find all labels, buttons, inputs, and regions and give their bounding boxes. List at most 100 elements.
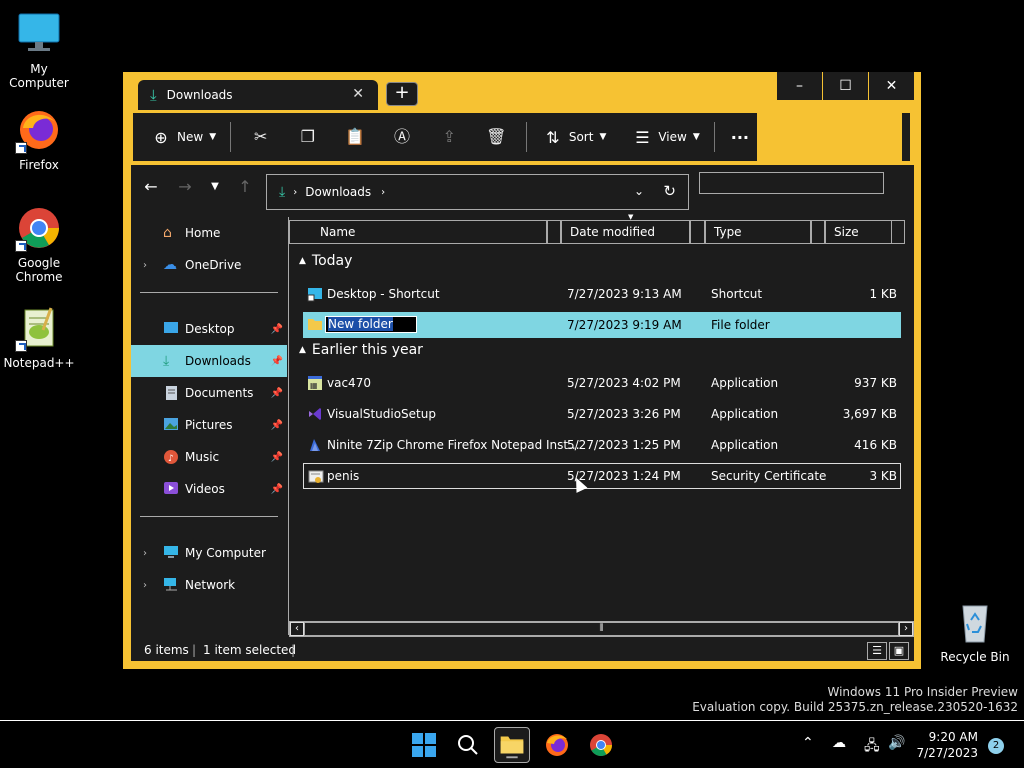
tiles-view-button[interactable]: ▣ <box>889 642 909 660</box>
group-header-today[interactable]: ▲ Today <box>299 253 352 269</box>
download-icon: ⤓ <box>279 184 286 200</box>
sort-icon: ⇅ <box>546 127 560 147</box>
desktop-icon-chrome[interactable]: Google Chrome <box>1 204 77 284</box>
taskbar-chrome[interactable] <box>583 727 619 763</box>
system-clock[interactable]: 9:20 AM 7/27/2023 <box>916 729 978 761</box>
column-header-type[interactable]: Type <box>705 220 811 244</box>
more-options-button[interactable]: ··· <box>721 121 757 153</box>
column-divider[interactable] <box>690 220 705 244</box>
sidebar-item-videos[interactable]: Videos 📌 <box>131 473 287 505</box>
view-button[interactable]: ☰ View ▼ <box>622 121 707 153</box>
column-header-name[interactable]: Name <box>289 220 547 244</box>
sidebar-item-music[interactable]: ♪ Music 📌 <box>131 441 287 473</box>
address-dropdown-icon[interactable]: ⌄ <box>634 184 644 198</box>
tab-close-icon[interactable]: ✕ <box>352 86 364 102</box>
status-separator: | <box>291 643 296 657</box>
toolbar-edge <box>902 113 910 161</box>
back-button[interactable]: ← <box>137 175 165 199</box>
desktop-icon-notepadpp[interactable]: Notepad++ <box>1 304 77 370</box>
new-button[interactable]: ⊕ New ▼ <box>141 121 224 153</box>
pin-icon[interactable]: 📌 <box>271 324 283 335</box>
refresh-icon[interactable]: ↻ <box>663 182 676 200</box>
pin-icon[interactable]: 📌 <box>271 420 283 431</box>
column-divider[interactable] <box>811 220 825 244</box>
explorer-window: ⤓ Downloads ✕ + – ☐ ✕ ⊕ New ▼ ✂ ❐ 📋 Ⓐ ⇪ … <box>123 72 921 669</box>
sort-button[interactable]: ⇅ Sort ▼ <box>533 121 615 153</box>
file-row[interactable]: Desktop - Shortcut 7/27/2023 9:13 AM Sho… <box>303 281 901 307</box>
scroll-thumb[interactable]: ⦀ <box>304 622 899 636</box>
horizontal-scrollbar[interactable]: ‹ ⦀ › <box>289 621 914 637</box>
chevron-right-icon[interactable]: › <box>143 548 147 559</box>
scroll-left-button[interactable]: ‹ <box>290 622 304 636</box>
volume-icon[interactable]: 🔊 <box>888 735 905 751</box>
navigation-pane: ⌂ Home › ☁ OneDrive Desktop 📌 ⤓ Download… <box>131 217 287 661</box>
download-icon: ⤓ <box>150 86 157 104</box>
copy-icon[interactable]: ❐ <box>284 121 331 153</box>
sidebar-item-onedrive[interactable]: › ☁ OneDrive <box>131 249 287 281</box>
column-header-date[interactable]: Date modified <box>561 220 690 244</box>
pin-icon[interactable]: 📌 <box>271 388 283 399</box>
sidebar-item-pictures[interactable]: Pictures 📌 <box>131 409 287 441</box>
sidebar-item-label: Pictures <box>185 418 233 432</box>
file-row[interactable]: ▦ vac470 5/27/2023 4:02 PM Application 9… <box>303 370 901 396</box>
chevron-right-icon[interactable]: › <box>143 260 147 271</box>
pin-icon[interactable]: 📌 <box>271 452 283 463</box>
group-header-earlier[interactable]: ▲ Earlier this year <box>299 342 423 358</box>
maximize-button[interactable]: ☐ <box>822 72 868 100</box>
share-icon[interactable]: ⇪ <box>426 121 473 153</box>
paste-icon[interactable]: 📋 <box>331 121 378 153</box>
file-row[interactable]: VisualStudioSetup 5/27/2023 3:26 PM Appl… <box>303 401 901 427</box>
sidebar-item-my-computer[interactable]: › My Computer <box>131 537 287 569</box>
rename-icon[interactable]: Ⓐ <box>378 121 425 153</box>
recent-locations-button[interactable]: ▼ <box>201 175 229 199</box>
show-hidden-icons-button[interactable]: ⌃ <box>802 735 814 751</box>
scroll-right-button[interactable]: › <box>899 622 913 636</box>
search-input[interactable] <box>699 172 884 194</box>
onedrive-offline-icon[interactable]: ☁ <box>832 735 846 751</box>
start-button[interactable] <box>406 727 442 763</box>
breadcrumb-downloads[interactable]: Downloads <box>305 185 371 199</box>
chevron-down-icon: ▼ <box>599 132 607 142</box>
toolbar-separator <box>525 122 527 152</box>
close-window-button[interactable]: ✕ <box>868 72 914 100</box>
file-row-focused[interactable]: penis 5/27/2023 1:24 PM Security Certifi… <box>303 463 901 489</box>
notification-badge[interactable]: 2 <box>988 738 1004 754</box>
file-size: 937 KB <box>854 376 897 390</box>
taskbar-file-explorer[interactable] <box>494 727 530 763</box>
sidebar-item-documents[interactable]: Documents 📌 <box>131 377 287 409</box>
sidebar-item-label: Documents <box>185 386 254 400</box>
file-type: Application <box>711 407 779 421</box>
tab-title: Downloads <box>166 88 233 102</box>
pin-icon[interactable]: 📌 <box>271 356 283 367</box>
sidebar-item-desktop[interactable]: Desktop 📌 <box>131 313 287 345</box>
chrome-icon <box>590 734 612 756</box>
desktop-icon-my-computer[interactable]: My Computer <box>1 10 77 90</box>
forward-button[interactable]: → <box>171 175 199 199</box>
sidebar-item-downloads[interactable]: ⤓ Downloads 📌 <box>131 345 287 377</box>
file-row-selected[interactable]: New folder 7/27/2023 9:19 AM File folder <box>303 312 901 338</box>
address-bar[interactable]: ⤓ › Downloads › ⌄ ↻ <box>266 174 689 210</box>
chevron-right-icon[interactable]: › <box>143 580 147 591</box>
new-tab-button[interactable]: + <box>386 82 418 106</box>
minimize-button[interactable]: – <box>776 72 822 100</box>
sidebar-item-network[interactable]: › Network <box>131 569 287 601</box>
windows-watermark: Windows 11 Pro Insider Preview Evaluatio… <box>692 685 1018 715</box>
desktop-icon-recycle-bin[interactable]: Recycle Bin <box>937 598 1013 664</box>
search-button[interactable] <box>450 727 486 763</box>
cut-icon[interactable]: ✂ <box>237 121 284 153</box>
pin-icon[interactable]: 📌 <box>271 484 283 495</box>
details-view-button[interactable]: ☰ <box>867 642 887 660</box>
desktop-folder-icon <box>163 321 181 337</box>
sidebar-item-home[interactable]: ⌂ Home <box>131 217 287 249</box>
tab-downloads[interactable]: ⤓ Downloads ✕ <box>138 80 378 110</box>
taskbar-firefox[interactable] <box>539 727 575 763</box>
column-divider[interactable] <box>547 220 561 244</box>
delete-icon[interactable]: 🗑 <box>473 121 520 153</box>
up-button[interactable]: ↑ <box>231 175 259 199</box>
file-row[interactable]: Ninite 7Zip Chrome Firefox Notepad Inst.… <box>303 432 901 458</box>
rename-input[interactable]: New folder <box>325 316 417 333</box>
network-icon[interactable]: 🖧 <box>864 735 880 759</box>
sort-button-label: Sort <box>568 130 594 144</box>
column-divider[interactable] <box>891 220 905 244</box>
desktop-icon-firefox[interactable]: Firefox <box>1 106 77 172</box>
